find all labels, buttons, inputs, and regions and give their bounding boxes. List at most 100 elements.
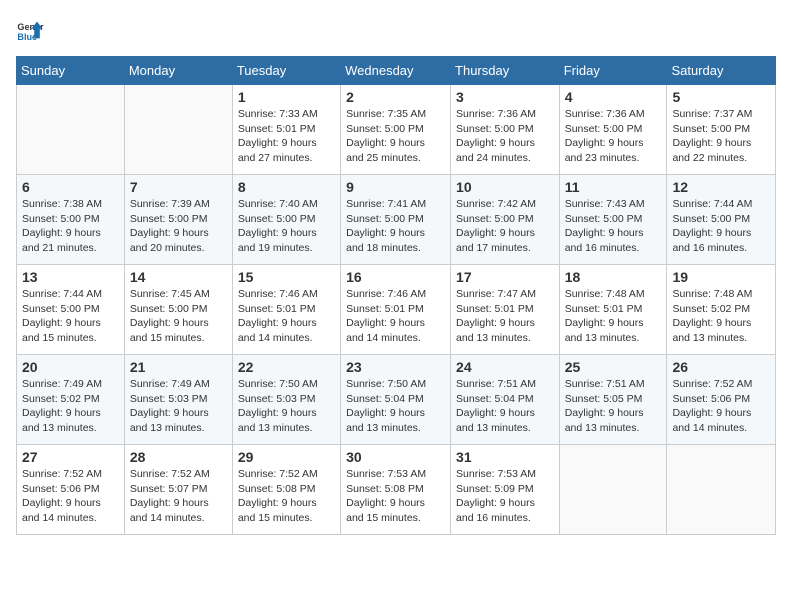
day-detail: Sunrise: 7:40 AMSunset: 5:00 PMDaylight:…: [238, 198, 318, 254]
day-detail: Sunrise: 7:53 AMSunset: 5:09 PMDaylight:…: [456, 468, 536, 524]
day-detail: Sunrise: 7:36 AMSunset: 5:00 PMDaylight:…: [456, 108, 536, 164]
day-detail: Sunrise: 7:50 AMSunset: 5:04 PMDaylight:…: [346, 378, 426, 434]
day-number: 15: [238, 269, 335, 285]
day-number: 26: [672, 359, 770, 375]
calendar-cell: 29 Sunrise: 7:52 AMSunset: 5:08 PMDayligh…: [232, 445, 340, 535]
day-number: 27: [22, 449, 119, 465]
day-detail: Sunrise: 7:52 AMSunset: 5:07 PMDaylight:…: [130, 468, 210, 524]
calendar-cell: 3 Sunrise: 7:36 AMSunset: 5:00 PMDaylight…: [451, 85, 560, 175]
calendar-cell: 16 Sunrise: 7:46 AMSunset: 5:01 PMDayligh…: [341, 265, 451, 355]
day-detail: Sunrise: 7:52 AMSunset: 5:06 PMDaylight:…: [672, 378, 752, 434]
day-number: 3: [456, 89, 554, 105]
calendar-cell: [667, 445, 776, 535]
day-number: 6: [22, 179, 119, 195]
day-number: 20: [22, 359, 119, 375]
day-detail: Sunrise: 7:41 AMSunset: 5:00 PMDaylight:…: [346, 198, 426, 254]
week-row-2: 6Sunrise: 7:38 AMSunset: 5:00 PMDaylight…: [17, 175, 776, 265]
calendar-cell: 6Sunrise: 7:38 AMSunset: 5:00 PMDaylight…: [17, 175, 125, 265]
calendar-cell: 12 Sunrise: 7:44 AMSunset: 5:00 PMDayligh…: [667, 175, 776, 265]
day-detail: Sunrise: 7:48 AMSunset: 5:02 PMDaylight:…: [672, 288, 752, 344]
calendar-cell: 25Sunrise: 7:51 AMSunset: 5:05 PMDayligh…: [559, 355, 667, 445]
calendar-cell: 9 Sunrise: 7:41 AMSunset: 5:00 PMDaylight…: [341, 175, 451, 265]
day-detail: Sunrise: 7:46 AMSunset: 5:01 PMDaylight:…: [238, 288, 318, 344]
day-number: 23: [346, 359, 445, 375]
week-row-3: 13 Sunrise: 7:44 AMSunset: 5:00 PMDayligh…: [17, 265, 776, 355]
day-number: 18: [565, 269, 662, 285]
day-number: 31: [456, 449, 554, 465]
calendar-cell: 19 Sunrise: 7:48 AMSunset: 5:02 PMDayligh…: [667, 265, 776, 355]
day-detail: Sunrise: 7:39 AMSunset: 5:00 PMDaylight:…: [130, 198, 210, 254]
day-number: 2: [346, 89, 445, 105]
day-detail: Sunrise: 7:53 AMSunset: 5:08 PMDaylight:…: [346, 468, 426, 524]
day-number: 12: [672, 179, 770, 195]
header-cell-saturday: Saturday: [667, 57, 776, 85]
day-detail: Sunrise: 7:44 AMSunset: 5:00 PMDaylight:…: [22, 288, 102, 344]
header-cell-tuesday: Tuesday: [232, 57, 340, 85]
day-detail: Sunrise: 7:46 AMSunset: 5:01 PMDaylight:…: [346, 288, 426, 344]
calendar-cell: 31 Sunrise: 7:53 AMSunset: 5:09 PMDayligh…: [451, 445, 560, 535]
header-cell-friday: Friday: [559, 57, 667, 85]
calendar-cell: 24 Sunrise: 7:51 AMSunset: 5:04 PMDayligh…: [451, 355, 560, 445]
logo: General Blue: [16, 16, 48, 44]
calendar-cell: 10Sunrise: 7:42 AMSunset: 5:00 PMDayligh…: [451, 175, 560, 265]
day-detail: Sunrise: 7:51 AMSunset: 5:05 PMDaylight:…: [565, 378, 645, 434]
day-number: 5: [672, 89, 770, 105]
calendar-cell: 1Sunrise: 7:33 AMSunset: 5:01 PMDaylight…: [232, 85, 340, 175]
day-number: 8: [238, 179, 335, 195]
day-detail: Sunrise: 7:49 AMSunset: 5:02 PMDaylight:…: [22, 378, 102, 434]
day-number: 14: [130, 269, 227, 285]
calendar-cell: 17 Sunrise: 7:47 AMSunset: 5:01 PMDayligh…: [451, 265, 560, 355]
calendar-cell: 30 Sunrise: 7:53 AMSunset: 5:08 PMDayligh…: [341, 445, 451, 535]
day-detail: Sunrise: 7:36 AMSunset: 5:00 PMDaylight:…: [565, 108, 645, 164]
calendar-cell: 22 Sunrise: 7:50 AMSunset: 5:03 PMDayligh…: [232, 355, 340, 445]
svg-text:Blue: Blue: [17, 32, 37, 42]
calendar-cell: 4 Sunrise: 7:36 AMSunset: 5:00 PMDaylight…: [559, 85, 667, 175]
day-number: 22: [238, 359, 335, 375]
day-detail: Sunrise: 7:52 AMSunset: 5:08 PMDaylight:…: [238, 468, 318, 524]
header-cell-thursday: Thursday: [451, 57, 560, 85]
day-detail: Sunrise: 7:51 AMSunset: 5:04 PMDaylight:…: [456, 378, 536, 434]
day-number: 21: [130, 359, 227, 375]
calendar-cell: 28 Sunrise: 7:52 AMSunset: 5:07 PMDayligh…: [124, 445, 232, 535]
calendar-cell: 23 Sunrise: 7:50 AMSunset: 5:04 PMDayligh…: [341, 355, 451, 445]
week-row-4: 20 Sunrise: 7:49 AMSunset: 5:02 PMDayligh…: [17, 355, 776, 445]
day-detail: Sunrise: 7:43 AMSunset: 5:00 PMDaylight:…: [565, 198, 645, 254]
day-detail: Sunrise: 7:48 AMSunset: 5:01 PMDaylight:…: [565, 288, 645, 344]
day-detail: Sunrise: 7:42 AMSunset: 5:00 PMDaylight:…: [456, 198, 536, 254]
calendar-cell: 26 Sunrise: 7:52 AMSunset: 5:06 PMDayligh…: [667, 355, 776, 445]
header-cell-sunday: Sunday: [17, 57, 125, 85]
day-number: 4: [565, 89, 662, 105]
calendar-cell: 7 Sunrise: 7:39 AMSunset: 5:00 PMDaylight…: [124, 175, 232, 265]
day-detail: Sunrise: 7:35 AMSunset: 5:00 PMDaylight:…: [346, 108, 426, 164]
calendar-cell: 27 Sunrise: 7:52 AMSunset: 5:06 PMDayligh…: [17, 445, 125, 535]
calendar-cell: 8 Sunrise: 7:40 AMSunset: 5:00 PMDaylight…: [232, 175, 340, 265]
header-cell-wednesday: Wednesday: [341, 57, 451, 85]
header-cell-monday: Monday: [124, 57, 232, 85]
day-detail: Sunrise: 7:47 AMSunset: 5:01 PMDaylight:…: [456, 288, 536, 344]
calendar-cell: 20 Sunrise: 7:49 AMSunset: 5:02 PMDayligh…: [17, 355, 125, 445]
day-number: 7: [130, 179, 227, 195]
day-detail: Sunrise: 7:52 AMSunset: 5:06 PMDaylight:…: [22, 468, 102, 524]
day-number: 28: [130, 449, 227, 465]
day-number: 13: [22, 269, 119, 285]
header-row: SundayMondayTuesdayWednesdayThursdayFrid…: [17, 57, 776, 85]
day-detail: Sunrise: 7:49 AMSunset: 5:03 PMDaylight:…: [130, 378, 210, 434]
calendar-body: 1Sunrise: 7:33 AMSunset: 5:01 PMDaylight…: [17, 85, 776, 535]
day-number: 29: [238, 449, 335, 465]
week-row-1: 1Sunrise: 7:33 AMSunset: 5:01 PMDaylight…: [17, 85, 776, 175]
calendar-cell: 11 Sunrise: 7:43 AMSunset: 5:00 PMDayligh…: [559, 175, 667, 265]
calendar-cell: [559, 445, 667, 535]
day-number: 17: [456, 269, 554, 285]
calendar-cell: 18 Sunrise: 7:48 AMSunset: 5:01 PMDayligh…: [559, 265, 667, 355]
day-number: 9: [346, 179, 445, 195]
calendar-cell: 21 Sunrise: 7:49 AMSunset: 5:03 PMDayligh…: [124, 355, 232, 445]
day-number: 30: [346, 449, 445, 465]
day-number: 19: [672, 269, 770, 285]
day-number: 11: [565, 179, 662, 195]
day-detail: Sunrise: 7:50 AMSunset: 5:03 PMDaylight:…: [238, 378, 318, 434]
day-number: 24: [456, 359, 554, 375]
day-detail: Sunrise: 7:44 AMSunset: 5:00 PMDaylight:…: [672, 198, 752, 254]
calendar-table: SundayMondayTuesdayWednesdayThursdayFrid…: [16, 56, 776, 535]
day-number: 1: [238, 89, 335, 105]
day-number: 16: [346, 269, 445, 285]
